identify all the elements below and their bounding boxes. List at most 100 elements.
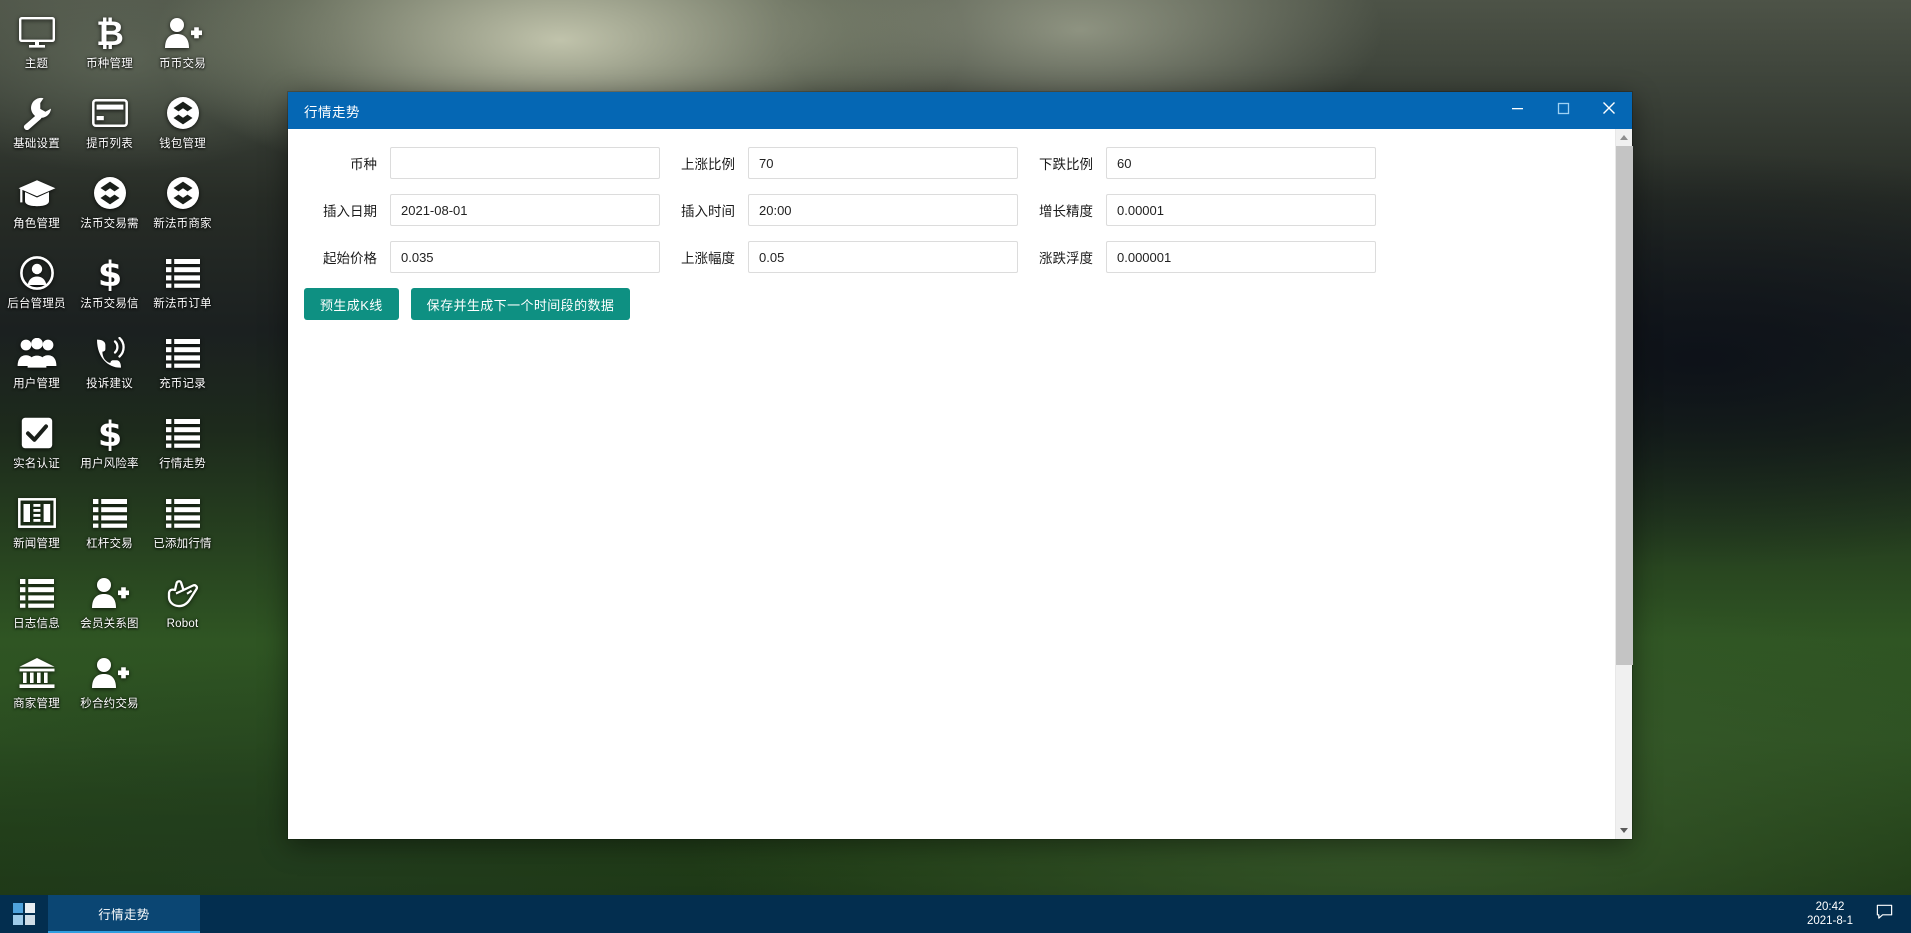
desktop-icon-21[interactable]: 日志信息: [0, 566, 73, 646]
desktop-icon-22[interactable]: 会员关系图: [73, 566, 146, 646]
desktop-icon-19[interactable]: 杠杆交易: [73, 486, 146, 566]
credit-card-icon: [92, 92, 128, 134]
taskbar-item-market-trend[interactable]: 行情走势: [48, 895, 200, 933]
desktop-icon-25[interactable]: 秒合约交易: [73, 646, 146, 726]
label-fall-ratio: 下跌比例: [1018, 153, 1106, 173]
svg-text:$: $: [97, 415, 121, 451]
desktop-icon-label: 实名认证: [13, 458, 60, 471]
check-square-icon: [21, 412, 53, 454]
input-start-price[interactable]: [390, 241, 660, 273]
form-row: 起始价格 上涨幅度 涨跌浮度: [288, 241, 1615, 273]
save-and-generate-next-button[interactable]: 保存并生成下一个时间段的数据: [411, 288, 631, 320]
desktop-icon-label: 提币列表: [86, 138, 133, 151]
label-insert-time: 插入时间: [660, 200, 748, 220]
desktop-icon-row: 日志信息会员关系图 Robot: [0, 566, 220, 646]
newspaper-icon: [18, 492, 56, 534]
system-tray: 20:42 2021-8-1: [1793, 895, 1911, 933]
desktop-icon-12[interactable]: 用户管理: [0, 326, 73, 406]
desktop-icon-10[interactable]: $法币交易信: [73, 246, 146, 326]
taskbar-clock[interactable]: 20:42 2021-8-1: [1793, 900, 1867, 928]
desktop-icon-13[interactable]: 投诉建议: [73, 326, 146, 406]
desktop-icon-2[interactable]: 币币交易: [146, 6, 219, 86]
taskbar: 行情走势 20:42 2021-8-1: [0, 895, 1911, 933]
desktop-icon-16[interactable]: $ 用户风险率: [73, 406, 146, 486]
list-icon: [166, 492, 200, 534]
desktop-icon-3[interactable]: 基础设置: [0, 86, 73, 166]
desktop-icon-20[interactable]: 已添加行情: [146, 486, 219, 566]
app-window: 行情走势 币种: [288, 92, 1632, 839]
desktop-icon-row: 新闻管理杠杆交易已添加行情: [0, 486, 220, 566]
field-coin-type: 币种: [298, 147, 660, 179]
pre-generate-kline-button[interactable]: 预生成K线: [304, 288, 399, 320]
list-icon: [166, 412, 200, 454]
desktop-icon-label: 新闻管理: [13, 538, 60, 551]
desktop-icon-15[interactable]: 实名认证: [0, 406, 73, 486]
label-insert-date: 插入日期: [298, 200, 390, 220]
desktop-icon-6[interactable]: 角色管理: [0, 166, 73, 246]
scroll-down-button[interactable]: [1616, 822, 1632, 839]
desktop-icon-23[interactable]: Robot: [146, 566, 219, 646]
input-fall-ratio[interactable]: [1106, 147, 1376, 179]
desktop-icon-label: 主题: [25, 58, 48, 71]
desktop-icon-1[interactable]: ₿币种管理: [73, 6, 146, 86]
field-insert-date: 插入日期: [298, 194, 660, 226]
notification-center-button[interactable]: [1867, 895, 1901, 933]
desktop-icon-label: 行情走势: [159, 458, 206, 471]
field-rise-ratio: 上涨比例: [660, 147, 1018, 179]
list-icon: [20, 572, 54, 614]
desktop-icon-label: 用户风险率: [80, 458, 139, 471]
label-growth-precision: 增长精度: [1018, 200, 1106, 220]
desktop-icon-24[interactable]: 商家管理: [0, 646, 73, 726]
start-button[interactable]: [0, 895, 48, 933]
close-button[interactable]: [1586, 92, 1632, 129]
wrench-icon: [20, 92, 54, 134]
desktop-icon-label: 后台管理员: [7, 298, 66, 311]
desktop-icon-11[interactable]: 新法币订单: [146, 246, 219, 326]
desktop-icon-label: 用户管理: [13, 378, 60, 391]
desktop-icon-0[interactable]: 主题: [0, 6, 73, 86]
user-add-icon: [91, 572, 129, 614]
scrollbar-thumb[interactable]: [1616, 146, 1633, 665]
desktop-icon-8[interactable]: 新法币商家: [146, 166, 219, 246]
list-icon: [166, 252, 200, 294]
desktop-icon-18[interactable]: 新闻管理: [0, 486, 73, 566]
desktop-icon-label: 商家管理: [13, 698, 60, 711]
form-content-area: 币种 上涨比例 下跌比例 插入日期: [288, 129, 1615, 839]
form-row: 插入日期 插入时间 增长精度: [288, 194, 1615, 226]
desktop-icon-17[interactable]: 行情走势: [146, 406, 219, 486]
taskbar-item-label: 行情走势: [98, 904, 150, 923]
label-start-price: 起始价格: [298, 247, 390, 267]
scrollbar-track[interactable]: [1616, 146, 1632, 822]
window-titlebar[interactable]: 行情走势: [288, 92, 1632, 129]
desktop-icon-9[interactable]: 后台管理员: [0, 246, 73, 326]
input-rise-amplitude[interactable]: [748, 241, 1018, 273]
desktop-icon-label: 会员关系图: [80, 618, 139, 631]
maximize-button[interactable]: [1540, 92, 1586, 129]
svg-text:$: $: [97, 255, 121, 291]
label-coin-type: 币种: [298, 153, 390, 173]
minimize-button[interactable]: [1494, 92, 1540, 129]
input-coin-type[interactable]: [390, 147, 660, 179]
wallet-badge-icon: [166, 92, 200, 134]
input-insert-date[interactable]: [390, 194, 660, 226]
scroll-up-button[interactable]: [1616, 129, 1632, 146]
desktop-icon-14[interactable]: 充币记录: [146, 326, 219, 406]
field-rise-amplitude: 上涨幅度: [660, 241, 1018, 273]
input-growth-precision[interactable]: [1106, 194, 1376, 226]
desktop-icon-7[interactable]: 法币交易需: [73, 166, 146, 246]
vertical-scrollbar[interactable]: [1615, 129, 1632, 839]
label-fluctuation: 涨跌浮度: [1018, 247, 1106, 267]
input-fluctuation[interactable]: [1106, 241, 1376, 273]
desktop-icon-row: 主题 ₿币种管理币币交易: [0, 6, 220, 86]
input-insert-time[interactable]: [748, 194, 1018, 226]
desktop-icon-label: Robot: [167, 618, 199, 631]
hand-point-icon: [165, 572, 201, 614]
field-fall-ratio: 下跌比例: [1018, 147, 1376, 179]
desktop-icon-5[interactable]: 钱包管理: [146, 86, 219, 166]
desktop-icon-4[interactable]: 提币列表: [73, 86, 146, 166]
close-icon: [1602, 101, 1616, 120]
input-rise-ratio[interactable]: [748, 147, 1018, 179]
user-add-icon: [91, 652, 129, 694]
field-insert-time: 插入时间: [660, 194, 1018, 226]
list-icon: [166, 332, 200, 374]
